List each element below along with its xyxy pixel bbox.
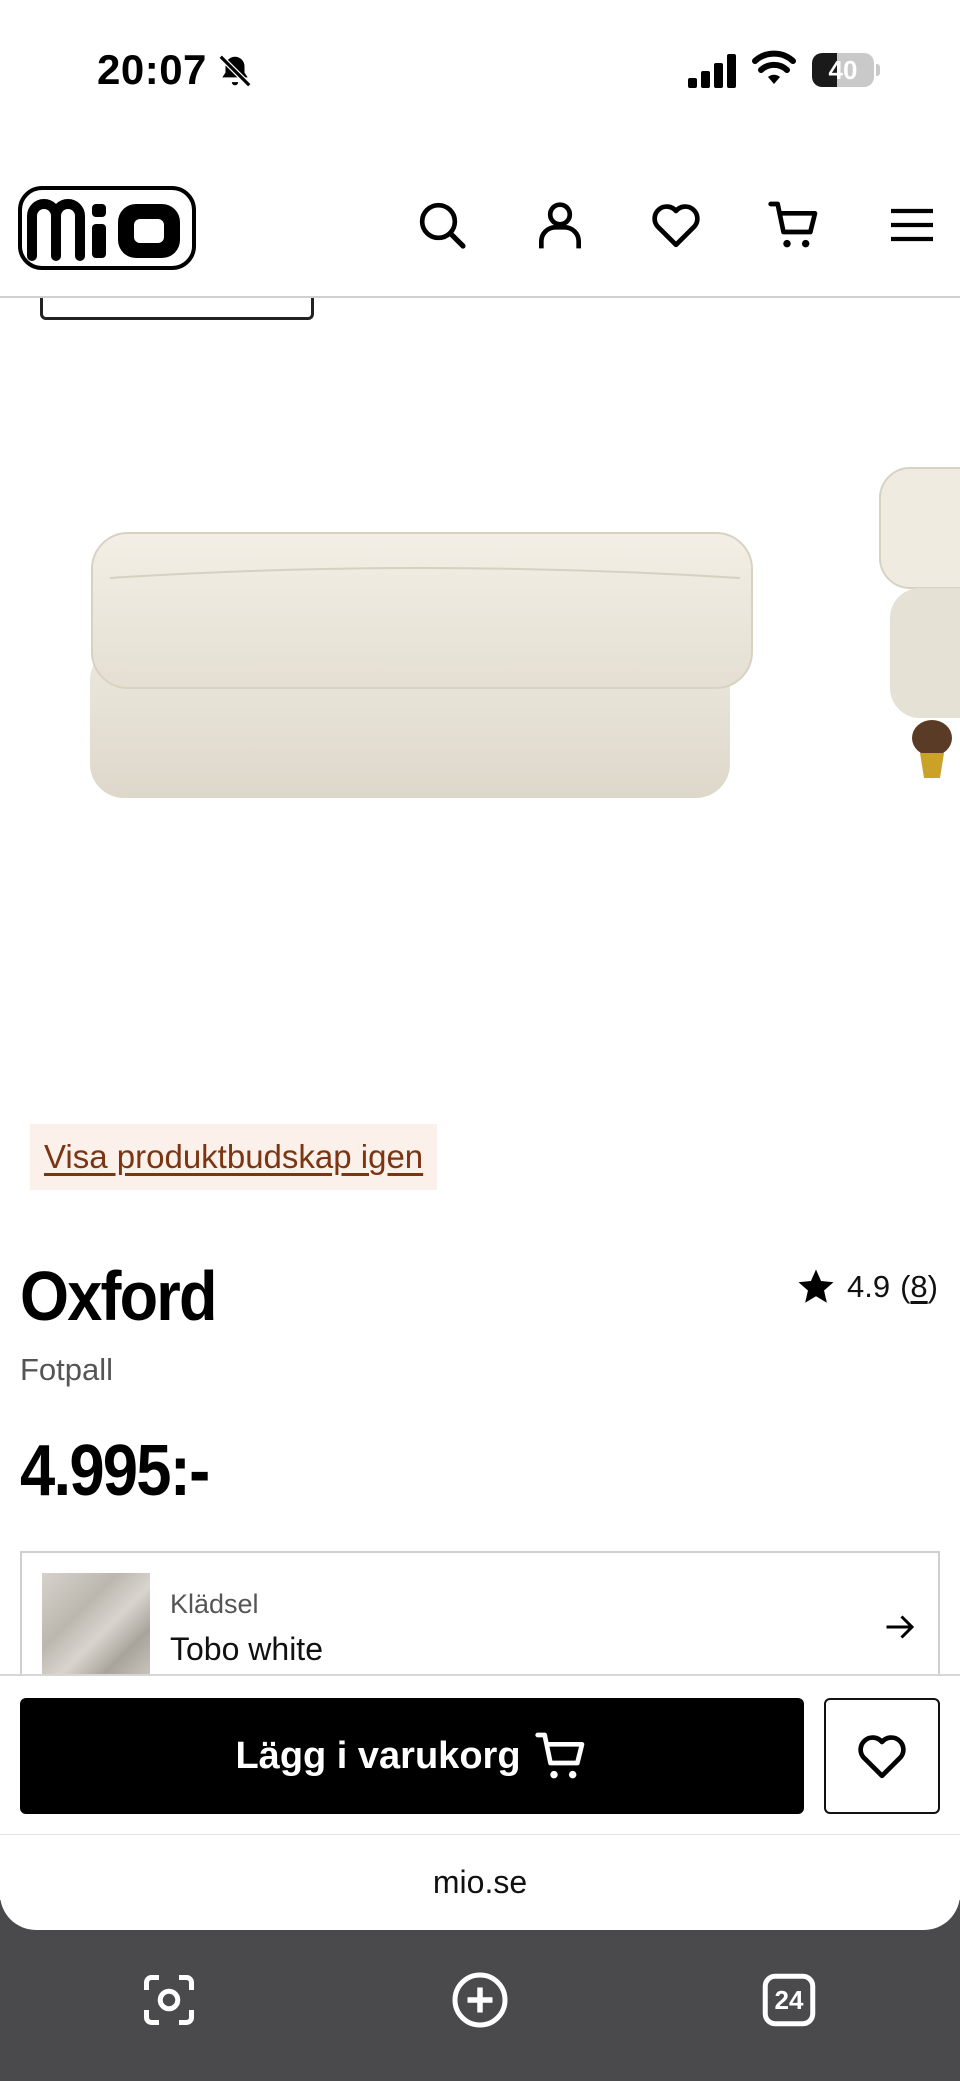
show-product-message-link[interactable]: Visa produktbudskap igen — [30, 1124, 438, 1190]
gallery-tab — [40, 298, 314, 320]
search-button[interactable] — [412, 195, 472, 255]
account-icon — [539, 202, 581, 249]
heart-icon — [858, 1735, 906, 1779]
add-to-wishlist-button[interactable] — [824, 1698, 940, 1814]
url-bar[interactable]: mio.se — [0, 1834, 960, 1930]
browser-toolbar: 24 — [0, 1930, 960, 2081]
mio-logo[interactable] — [18, 186, 196, 270]
product-rating[interactable]: 4.9 (8) — [795, 1266, 938, 1308]
visual-search-button[interactable] — [134, 1930, 204, 2070]
site-header — [0, 170, 960, 298]
status-bar: 20:07 40 — [0, 0, 960, 140]
product-price: 4.995:- — [20, 1431, 210, 1511]
cart-header-button[interactable] — [764, 195, 824, 255]
status-time: 20:07 — [97, 46, 207, 93]
bell-muted-icon — [218, 54, 252, 88]
product-subtitle: Fotpall — [20, 1352, 114, 1387]
battery-indicator: 40 — [812, 53, 880, 87]
star-icon — [798, 1269, 834, 1303]
wishlist-header-button[interactable] — [646, 195, 706, 255]
fabric-swatch — [42, 1573, 150, 1675]
add-to-cart-button[interactable]: Lägg i varukorg — [20, 1698, 804, 1814]
sticky-action-bar: Lägg i varukorg — [0, 1674, 960, 1834]
next-product-image[interactable] — [872, 438, 960, 798]
battery-level: 40 — [828, 55, 858, 85]
fabric-label: Klädsel — [170, 1589, 259, 1619]
cart-icon — [768, 201, 818, 248]
product-gallery[interactable] — [0, 298, 960, 1078]
signal-icon — [688, 54, 736, 88]
arrow-right-icon — [886, 1615, 915, 1639]
promo-link-text: Visa produktbudskap igen — [44, 1138, 424, 1175]
fabric-selector[interactable]: Klädsel Tobo white — [20, 1551, 940, 1675]
menu-button[interactable] — [882, 195, 942, 255]
menu-icon — [891, 208, 933, 242]
review-paren-open: ( — [900, 1269, 911, 1304]
review-count-link[interactable]: 8 — [910, 1269, 927, 1305]
camera-search-icon — [144, 1975, 194, 2025]
account-button[interactable] — [530, 195, 590, 255]
rating-value: 4.9 — [846, 1269, 891, 1304]
new-tab-button[interactable] — [445, 1930, 515, 2070]
tabs-button[interactable]: 24 — [754, 1930, 824, 2070]
url-text: mio.se — [432, 1864, 528, 1900]
plus-circle-icon — [452, 1972, 508, 2028]
product-title: Oxford — [20, 1257, 218, 1335]
wifi-icon — [752, 50, 796, 84]
tab-count: 24 — [774, 1984, 804, 2015]
product-image[interactable] — [40, 418, 780, 798]
fabric-value: Tobo white — [170, 1631, 323, 1667]
review-paren-close: ) — [927, 1269, 938, 1304]
heart-icon — [652, 204, 700, 248]
search-icon — [419, 202, 466, 249]
cart-icon — [534, 1732, 584, 1779]
add-to-cart-label: Lägg i varukorg — [235, 1734, 521, 1777]
